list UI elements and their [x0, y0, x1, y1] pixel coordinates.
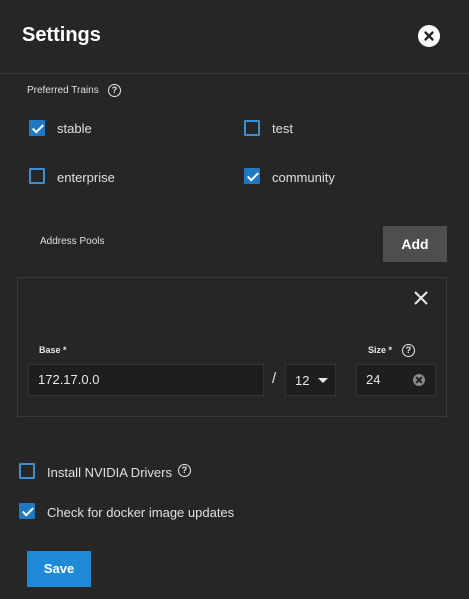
clear-icon[interactable] — [413, 374, 425, 386]
checkbox-check-updates[interactable] — [19, 503, 35, 519]
size-help-icon[interactable]: ? — [402, 344, 415, 357]
netmask-select[interactable]: 12 — [285, 364, 336, 396]
add-address-pool-button[interactable]: Add — [383, 226, 447, 262]
dialog-header: Settings — [0, 0, 469, 74]
chevron-down-icon — [318, 378, 328, 383]
checkbox-enterprise[interactable] — [29, 168, 45, 184]
address-pools-label: Address Pools — [40, 236, 105, 247]
save-button[interactable]: Save — [27, 551, 91, 587]
close-icon — [414, 291, 428, 305]
install-nvidia-label: Install NVIDIA Drivers — [47, 465, 172, 480]
base-input[interactable]: 172.17.0.0 — [28, 364, 264, 396]
dialog-title: Settings — [22, 24, 101, 46]
close-dialog-button[interactable] — [418, 25, 440, 47]
checkbox-test-label: test — [272, 121, 293, 136]
checkbox-enterprise-label: enterprise — [57, 170, 115, 185]
nvidia-help-icon[interactable]: ? — [178, 464, 191, 477]
preferred-trains-label: Preferred Trains — [27, 85, 99, 96]
checkbox-stable-label: stable — [57, 121, 92, 136]
netmask-separator: / — [272, 370, 277, 387]
check-updates-label: Check for docker image updates — [47, 505, 235, 520]
remove-pool-button[interactable] — [413, 290, 429, 306]
checkbox-install-nvidia[interactable] — [19, 463, 35, 479]
checkbox-community[interactable] — [244, 168, 260, 184]
size-label: Size * — [368, 345, 393, 355]
checkbox-stable[interactable] — [29, 120, 45, 136]
help-circle-icon[interactable]: ? — [108, 84, 121, 97]
checkbox-test[interactable] — [244, 120, 260, 136]
close-circle-icon — [424, 31, 434, 41]
netmask-value: 12 — [295, 373, 310, 388]
checkbox-community-label: community — [272, 170, 335, 185]
base-label: Base * — [39, 345, 67, 355]
